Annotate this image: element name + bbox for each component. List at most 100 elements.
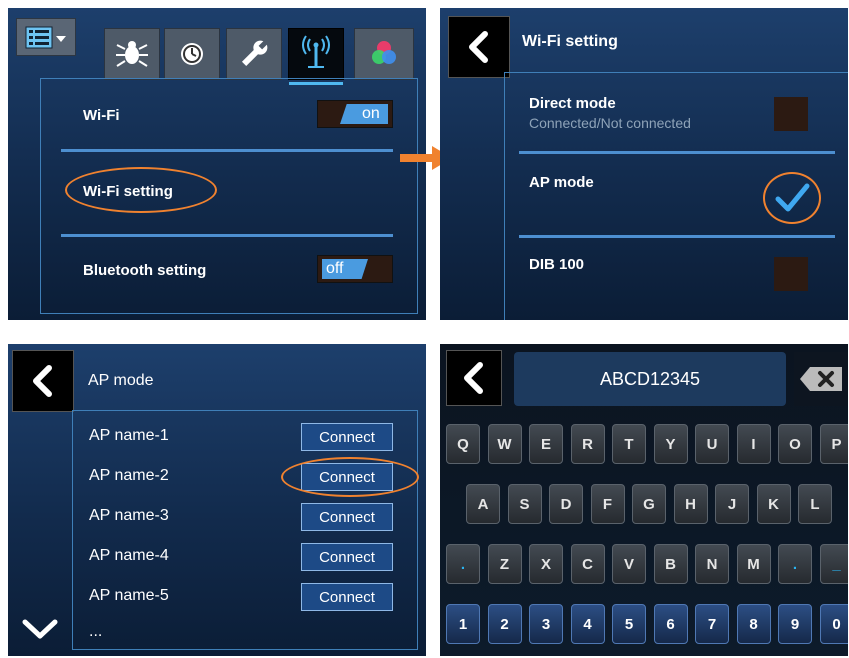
ap-name: AP name-5 bbox=[89, 587, 169, 604]
key-o[interactable]: O bbox=[778, 424, 812, 464]
bluetooth-toggle[interactable]: off bbox=[317, 255, 393, 283]
highlight-ellipse bbox=[65, 167, 217, 213]
key-s[interactable]: S bbox=[507, 484, 542, 524]
direct-mode-label: Direct mode bbox=[529, 95, 616, 112]
antenna-icon bbox=[302, 35, 330, 68]
key-c[interactable]: C bbox=[570, 544, 605, 584]
dib-checkbox[interactable] bbox=[774, 257, 808, 291]
tab-wrench[interactable] bbox=[226, 28, 282, 80]
connect-button[interactable]: Connect bbox=[301, 423, 393, 451]
key-t[interactable]: T bbox=[612, 424, 646, 464]
direct-mode-status: Connected/Not connected bbox=[529, 115, 691, 131]
key-1[interactable]: 1 bbox=[446, 604, 480, 644]
tab-clock[interactable] bbox=[164, 28, 220, 80]
wifi-options-list: Direct mode Connected/Not connected AP m… bbox=[504, 72, 848, 320]
highlight-ellipse bbox=[281, 457, 419, 497]
key-q[interactable]: Q bbox=[446, 424, 480, 464]
back-button[interactable] bbox=[448, 16, 510, 78]
settings-panel: Wi-Fi on Wi-Fi setting Bluetooth setting… bbox=[8, 8, 426, 320]
ap-list: AP name-1 Connect AP name-2 Connect AP n… bbox=[72, 410, 419, 650]
key-u[interactable]: U bbox=[695, 424, 729, 464]
clock-icon bbox=[181, 43, 203, 65]
key-w[interactable]: W bbox=[487, 424, 522, 464]
key-g[interactable]: G bbox=[632, 484, 666, 524]
key-z[interactable]: Z bbox=[487, 544, 522, 584]
tab-color[interactable] bbox=[354, 28, 414, 80]
key-n[interactable]: N bbox=[695, 544, 729, 584]
key-h[interactable]: H bbox=[673, 484, 708, 524]
key-x[interactable]: X bbox=[529, 544, 563, 584]
divider bbox=[519, 151, 835, 154]
text-input[interactable]: ABCD12345 bbox=[514, 352, 786, 406]
ap-mode-panel: AP mode AP name-1 Connect AP name-2 Conn… bbox=[8, 344, 426, 656]
list-menu-icon bbox=[25, 26, 66, 49]
ap-mode-label[interactable]: AP mode bbox=[529, 174, 594, 191]
key-i[interactable]: I bbox=[736, 424, 771, 464]
wrench-icon bbox=[241, 40, 268, 67]
key-period[interactable]: . bbox=[446, 544, 480, 584]
ap-name: AP name-4 bbox=[89, 547, 169, 564]
key-l[interactable]: L bbox=[798, 484, 832, 524]
key-0[interactable]: 0 bbox=[819, 604, 848, 644]
connect-button[interactable]: Connect bbox=[301, 583, 393, 611]
key-6[interactable]: 6 bbox=[653, 604, 688, 644]
divider bbox=[61, 234, 393, 237]
chevron-left-icon bbox=[33, 365, 52, 397]
key-e[interactable]: E bbox=[529, 424, 563, 464]
key-7[interactable]: 7 bbox=[695, 604, 729, 644]
key-9[interactable]: 9 bbox=[778, 604, 812, 644]
bluetooth-toggle-state: off bbox=[326, 260, 344, 277]
backspace-button[interactable] bbox=[794, 352, 848, 406]
ap-name: AP name-1 bbox=[89, 427, 169, 444]
page-title: Wi-Fi setting bbox=[522, 33, 618, 50]
dib-label[interactable]: DIB 100 bbox=[529, 256, 584, 273]
wifi-setting-panel: Wi-Fi setting Direct mode Connected/Not … bbox=[440, 8, 848, 320]
key-m[interactable]: M bbox=[736, 544, 771, 584]
checkmark-icon[interactable] bbox=[773, 181, 813, 215]
bluetooth-setting-item[interactable]: Bluetooth setting bbox=[83, 262, 206, 279]
divider bbox=[519, 235, 835, 238]
key-underscore[interactable]: _ bbox=[819, 544, 848, 584]
back-button[interactable] bbox=[446, 350, 502, 406]
chevron-left-icon bbox=[469, 31, 488, 63]
key-period[interactable]: . bbox=[778, 544, 812, 584]
direct-mode-checkbox[interactable] bbox=[774, 97, 808, 131]
key-k[interactable]: K bbox=[756, 484, 791, 524]
keyboard-panel: ABCD12345 Q W E R T Y U I O P A S D F G H J K L. Z X C V B N M. _ 1… bbox=[440, 344, 848, 656]
key-v[interactable]: V bbox=[612, 544, 646, 584]
wifi-toggle-state: on bbox=[362, 105, 380, 122]
tab-bug[interactable] bbox=[104, 28, 160, 80]
wifi-label: Wi-Fi bbox=[83, 107, 120, 124]
settings-list: Wi-Fi on Wi-Fi setting Bluetooth setting… bbox=[40, 78, 418, 314]
key-p[interactable]: P bbox=[819, 424, 848, 464]
connect-button[interactable]: Connect bbox=[301, 543, 393, 571]
connect-button[interactable]: Connect bbox=[301, 503, 393, 531]
tab-wireless[interactable] bbox=[288, 28, 344, 85]
key-5[interactable]: 5 bbox=[612, 604, 646, 644]
more-indicator: ... bbox=[89, 623, 103, 640]
key-a[interactable]: A bbox=[466, 484, 500, 524]
key-r[interactable]: R bbox=[570, 424, 605, 464]
divider bbox=[61, 149, 393, 152]
key-2[interactable]: 2 bbox=[487, 604, 522, 644]
back-button[interactable] bbox=[12, 350, 74, 412]
key-3[interactable]: 3 bbox=[529, 604, 563, 644]
key-f[interactable]: F bbox=[590, 484, 625, 524]
wifi-toggle[interactable]: on bbox=[317, 100, 393, 128]
bug-icon bbox=[116, 41, 148, 67]
key-4[interactable]: 4 bbox=[570, 604, 605, 644]
key-d[interactable]: D bbox=[549, 484, 583, 524]
menu-button[interactable] bbox=[16, 18, 76, 56]
key-b[interactable]: B bbox=[653, 544, 688, 584]
ap-name: AP name-3 bbox=[89, 507, 169, 524]
page-title: AP mode bbox=[88, 372, 154, 389]
color-circles-icon bbox=[372, 41, 396, 64]
key-8[interactable]: 8 bbox=[736, 604, 771, 644]
key-y[interactable]: Y bbox=[653, 424, 688, 464]
key-j[interactable]: J bbox=[715, 484, 749, 524]
chevron-down-icon[interactable] bbox=[20, 616, 60, 646]
chevron-left-icon bbox=[464, 362, 483, 394]
input-value: ABCD12345 bbox=[599, 368, 701, 389]
backspace-icon bbox=[800, 367, 842, 391]
ap-name: AP name-2 bbox=[89, 467, 169, 484]
